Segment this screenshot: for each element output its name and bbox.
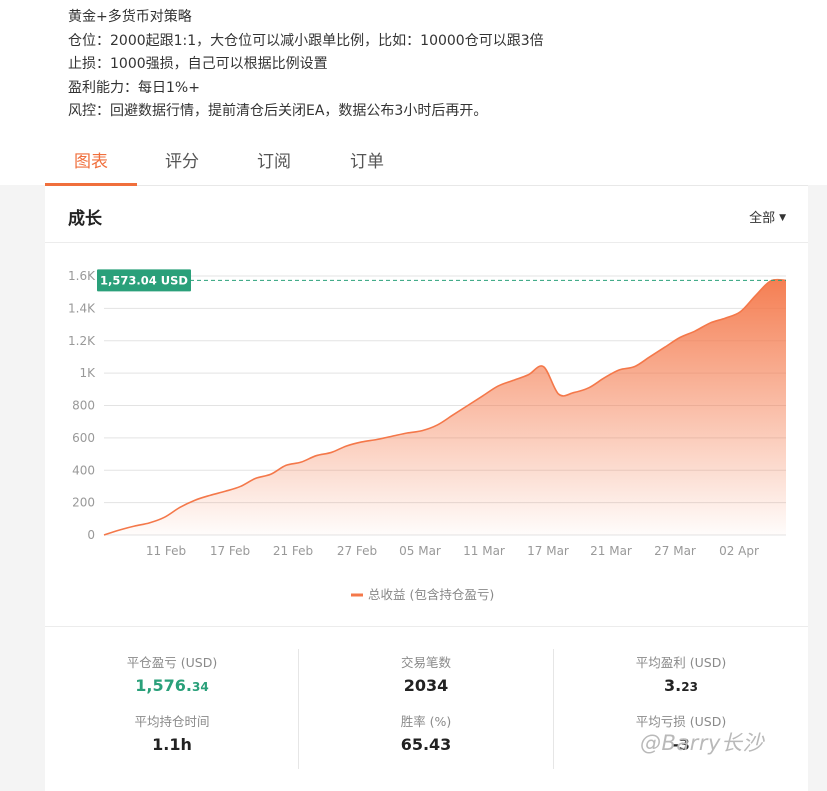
y-tick-label: 800 — [72, 399, 95, 413]
desc-line: 盈利能力：每日1%+ — [68, 79, 200, 96]
stat-value-main: 1,576. — [135, 676, 192, 695]
stat-label: 交易笔数 — [400, 655, 451, 670]
strategy-description: 黄金+多货币对策略 仓位：2000起跟1:1，大仓位可以减小跟单比例，比如：10… — [68, 6, 544, 124]
stat-value: 2034 — [403, 676, 449, 695]
y-tick-label: 0 — [87, 528, 95, 542]
tab-chart[interactable]: 图表 — [74, 147, 108, 172]
stat-value: 1,576.34 — [45, 676, 299, 695]
desc-line: 黄金+多货币对策略 — [68, 9, 192, 25]
stat-column: 平均盈利 (USD) 3.23 平均亏损 (USD) -3 — [554, 627, 808, 791]
x-tick-label: 21 Feb — [273, 544, 313, 558]
x-tick-label: 11 Feb — [146, 544, 186, 558]
growth-chart: 0 200 400 600 800 1K 1.2K 1.4K 1.6K 1,573.04 USD 1… — [45, 244, 808, 626]
x-tick-label: 05 Mar — [399, 544, 441, 558]
stats-section: 平仓盈亏 (USD) 1,576.34 平均持仓时间 1.1h 交易笔数 203… — [45, 626, 808, 791]
y-tick-label: 200 — [72, 496, 95, 510]
stat-value: 65.43 — [400, 735, 452, 754]
stat-win-rate: 胜率 (%) 65.43 — [299, 711, 553, 754]
desc-line: 风控：回避数据行情，提前清仓后关闭EA，数据公布3小时后再开。 — [68, 103, 488, 119]
range-dropdown[interactable]: 全部 ▼ — [749, 207, 786, 226]
range-dropdown-label: 全部 — [749, 211, 776, 226]
y-tick-label: 600 — [72, 431, 95, 445]
panel-title: 成长 — [68, 209, 102, 229]
stat-label: 平均盈利 (USD) — [635, 655, 727, 670]
y-tick-label: 400 — [72, 463, 95, 477]
stat-trades: 交易笔数 2034 — [299, 652, 553, 695]
stat-closed-pnl: 平仓盈亏 (USD) 1,576.34 — [45, 652, 299, 695]
tab-bar: 图表 评分 订阅 订单 — [45, 130, 808, 186]
desc-line: 仓位：2000起跟1:1，大仓位可以减小跟单比例，比如：10000仓可以跟3倍 — [68, 32, 544, 49]
stat-column: 平仓盈亏 (USD) 1,576.34 平均持仓时间 1.1h — [45, 627, 299, 791]
x-tick-label: 27 Feb — [337, 544, 377, 558]
stat-avg-profit: 平均盈利 (USD) 3.23 — [554, 652, 808, 695]
tab-rating[interactable]: 评分 — [165, 147, 199, 172]
stat-label: 平均持仓时间 — [134, 714, 210, 729]
stat-value-decimals: 34 — [191, 680, 209, 694]
x-tick-label: 21 Mar — [590, 544, 632, 558]
stat-avg-hold: 平均持仓时间 1.1h — [45, 711, 299, 754]
growth-chart-svg: 0 200 400 600 800 1K 1.2K 1.4K 1.6K 1,573.04 USD 1… — [68, 269, 787, 602]
stat-value-decimals: 23 — [681, 680, 698, 694]
stat-value: 1.1h — [152, 735, 192, 754]
x-tick-label: 17 Mar — [527, 544, 569, 558]
panel-header: 成长 全部 ▼ — [45, 186, 808, 243]
tab-subscribe[interactable]: 订阅 — [257, 147, 291, 172]
stat-label: 平仓盈亏 (USD) — [126, 655, 218, 670]
y-tick-label: 1.2K — [68, 334, 96, 348]
stat-label: 胜率 (%) — [400, 714, 452, 729]
chevron-down-icon: ▼ — [779, 213, 786, 223]
legend-label: 总收益 (包含持仓盈亏) — [368, 587, 494, 602]
tab-orders[interactable]: 订单 — [350, 147, 384, 172]
watermark: @Barry长沙 — [640, 731, 764, 755]
current-value-label: 1,573.04 USD — [100, 273, 188, 287]
x-tick-label: 02 Apr — [719, 544, 759, 558]
stat-value: 3.23 — [554, 676, 808, 695]
stat-column: 交易笔数 2034 胜率 (%) 65.43 — [299, 627, 553, 791]
stat-value-main: 3. — [664, 676, 682, 695]
x-tick-label: 27 Mar — [654, 544, 696, 558]
desc-line: 止损：1000强损，自己可以根据比例设置 — [68, 56, 328, 72]
x-tick-label: 11 Mar — [463, 544, 505, 558]
y-tick-label: 1.4K — [68, 301, 96, 315]
y-tick-label: 1K — [79, 366, 96, 380]
x-tick-label: 17 Feb — [210, 544, 250, 558]
y-tick-label: 1.6K — [68, 269, 96, 283]
